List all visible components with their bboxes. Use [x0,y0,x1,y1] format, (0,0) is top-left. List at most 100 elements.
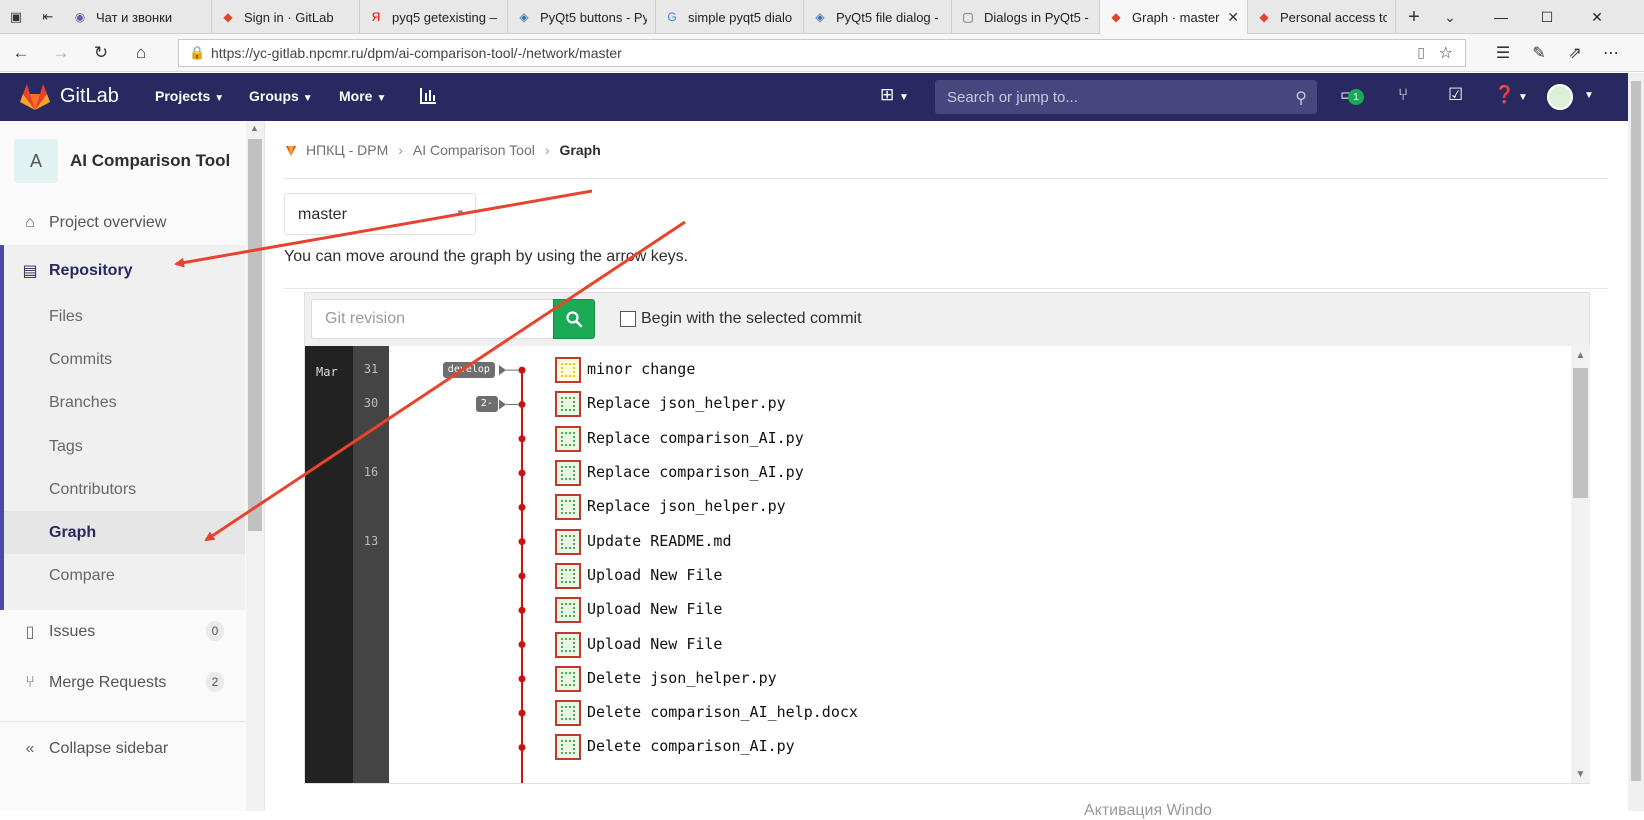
sidebar-item-contributors[interactable]: Contributors [49,481,136,499]
sidebar-scrollbar-thumb[interactable] [248,139,262,531]
merge-request-icon[interactable]: ⑂ [1398,85,1408,105]
project-avatar[interactable]: A [14,139,58,183]
sidebar-item-project-overview[interactable]: ⌂ Project overview [0,201,245,245]
graph-scrollbar-thumb[interactable] [1573,368,1588,498]
forward-icon[interactable]: → [46,39,76,67]
begin-with-selected-checkbox[interactable] [620,311,636,327]
home-icon[interactable]: ⌂ [126,39,156,67]
new-item-icon[interactable]: ⊞ ▼ [880,85,909,105]
minimize-icon[interactable]: — [1478,0,1524,34]
browser-tab[interactable]: ◉ Чат и звонки [64,0,212,34]
favorite-star-icon[interactable]: ☆ [1439,43,1453,63]
commit-author-avatar[interactable] [555,734,581,761]
commit-message[interactable]: minor change [587,360,695,378]
favorites-list-icon[interactable]: ☰ [1488,39,1518,67]
commit-dot[interactable] [518,538,526,546]
pen-icon[interactable]: ✎ [1524,39,1554,67]
refresh-icon[interactable]: ↻ [86,39,116,67]
browser-tab[interactable]: ◆ Sign in · GitLab [212,0,360,34]
reading-view-icon[interactable]: ▯ [1417,44,1425,61]
breadcrumb-group[interactable]: НПКЦ - DPM [306,142,388,158]
tab-aside-icon[interactable]: ⇤ [32,0,64,34]
commit-message[interactable]: Replace json_helper.py [587,497,786,515]
commit-author-avatar[interactable] [555,562,581,589]
commit-dot[interactable] [518,572,526,580]
commit-dot[interactable] [518,743,526,751]
user-menu-chevron-icon[interactable]: ▼ [1584,90,1594,101]
sidebar-item-files[interactable]: Files [49,308,83,326]
commit-author-avatar[interactable] [555,494,581,521]
collapse-sidebar-button[interactable]: « Collapse sidebar [0,727,245,771]
breadcrumb-current[interactable]: Graph [560,142,601,158]
more-menu[interactable]: More ▼ [339,88,386,104]
project-name[interactable]: AI Comparison Tool [70,151,230,171]
commit-message[interactable]: Upload New File [587,635,722,653]
sidebar-item-tags[interactable]: Tags [49,438,83,456]
share-icon[interactable]: ⇗ [1560,39,1590,67]
breadcrumb-project[interactable]: AI Comparison Tool [413,142,535,158]
page-scrollbar-thumb[interactable] [1631,81,1641,781]
commit-dot[interactable] [518,400,526,408]
tab-actions-icon[interactable]: ▣ [0,0,32,34]
commit-author-avatar[interactable] [555,528,581,555]
commit-message[interactable]: Upload New File [587,600,722,618]
new-tab-icon[interactable]: + [1396,0,1432,34]
browser-tab[interactable]: Gsimple pyqt5 dialo [656,0,804,34]
more-icon[interactable]: ⋯ [1596,39,1626,67]
commit-author-avatar[interactable] [555,391,581,418]
sidebar-item-compare[interactable]: Compare [49,567,115,585]
ref-switcher-dropdown[interactable]: master ▾ [284,193,476,235]
browser-tab[interactable]: ◆ Graph · master ✕ [1100,0,1248,34]
search-input[interactable] [935,80,1275,114]
user-avatar[interactable] [1547,84,1573,110]
activity-chart-icon[interactable] [418,86,438,106]
commit-dot[interactable] [518,469,526,477]
commit-author-avatar[interactable] [555,460,581,487]
commit-message[interactable]: Replace json_helper.py [587,394,786,412]
tab-list-chevron-icon[interactable]: ⌄ [1432,0,1468,34]
commit-dot[interactable] [518,503,526,511]
network-graph-canvas[interactable]: Mar 31 30 16 13 minor change Replace json_he… [305,346,1571,783]
sidebar-scrollbar[interactable]: ▲ [246,121,264,811]
commit-message[interactable]: Replace comparison_AI.py [587,463,804,481]
commit-dot[interactable] [518,435,526,443]
maximize-icon[interactable]: ☐ [1524,0,1570,34]
browser-tab[interactable]: Яpyq5 getexisting – [360,0,508,34]
commit-message[interactable]: Delete comparison_AI.py [587,737,795,755]
commit-author-avatar[interactable] [555,425,581,452]
ref-tag[interactable]: 2- [475,396,498,413]
gitlab-brand[interactable]: GitLab [60,85,119,108]
sidebar-item-branches[interactable]: Branches [49,394,117,412]
commit-author-avatar[interactable] [555,597,581,624]
scroll-up-icon[interactable]: ▲ [1571,346,1590,364]
ref-tag[interactable]: develop [442,362,495,379]
commit-message[interactable]: Delete json_helper.py [587,669,777,687]
scroll-down-icon[interactable]: ▼ [1571,765,1590,783]
commit-dot[interactable] [518,709,526,717]
groups-menu[interactable]: Groups ▼ [249,88,313,104]
graph-scrollbar[interactable]: ▲ ▼ [1571,346,1590,783]
commit-message[interactable]: Delete comparison_AI_help.docx [587,703,858,721]
help-icon[interactable]: ❓ ▼ [1494,85,1528,105]
projects-menu[interactable]: Projects ▼ [155,88,224,104]
scroll-up-icon[interactable]: ▲ [250,123,259,133]
git-revision-input[interactable] [311,299,554,339]
back-icon[interactable]: ← [6,39,36,67]
commit-author-avatar[interactable] [555,700,581,727]
page-scrollbar[interactable] [1628,73,1644,811]
close-window-icon[interactable]: ✕ [1574,0,1620,34]
browser-tab[interactable]: ▢ Dialogs in PyQt5 - [952,0,1100,34]
commit-author-avatar[interactable] [555,357,581,384]
commit-author-avatar[interactable] [555,631,581,658]
browser-tab[interactable]: ◈ PyQt5 buttons - Py [508,0,656,34]
commit-message[interactable]: Update README.md [587,532,732,550]
commit-dot[interactable] [518,675,526,683]
sidebar-item-graph[interactable]: Graph [49,524,96,542]
issues-check-icon[interactable]: ☑ [1448,85,1463,105]
gitlab-logo-icon[interactable] [20,83,50,111]
commit-message[interactable]: Upload New File [587,566,722,584]
commit-dot[interactable] [518,641,526,649]
url-field[interactable]: 🔒 https://yc-gitlab.npcmr.ru/dpm/ai-comp… [178,39,1466,67]
browser-tab[interactable]: ◆ Personal access to [1248,0,1396,34]
sidebar-item-commits[interactable]: Commits [49,351,112,369]
